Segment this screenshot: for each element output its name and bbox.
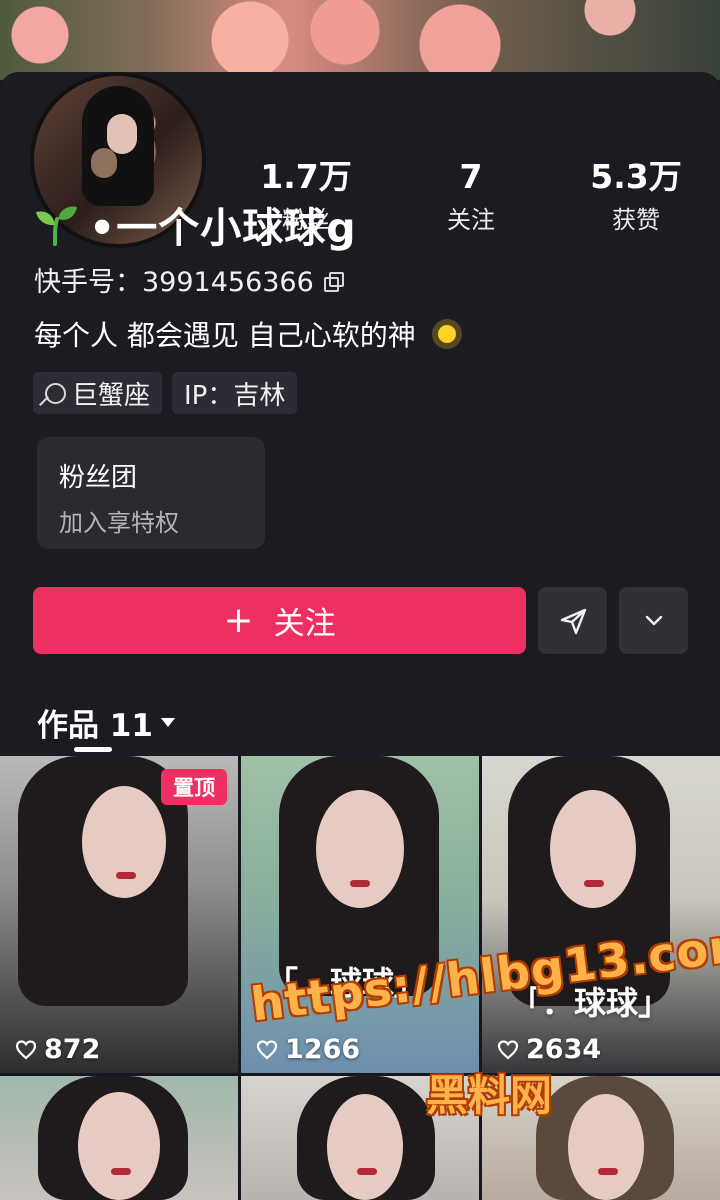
video-thumbnail-5[interactable]: [241, 1076, 479, 1200]
zodiac-tag: 巨蟹座: [33, 372, 163, 414]
heart-icon: [15, 1039, 37, 1059]
video-thumbnail-3[interactable]: 「．球球」 2634: [482, 756, 720, 1073]
person-face: [316, 790, 404, 908]
more-options-button[interactable]: [619, 587, 688, 654]
person-face: [550, 790, 636, 908]
works-tab-underline: [74, 747, 112, 752]
copy-icon[interactable]: [323, 271, 344, 292]
works-tab[interactable]: 作品 11: [37, 700, 175, 745]
ip-location-label: IP：吉林: [184, 380, 286, 411]
likes-label: 获赞: [612, 205, 660, 234]
caret-down-icon: [160, 718, 175, 727]
avatar-toy: [91, 148, 117, 178]
person-lips: [111, 1168, 131, 1175]
person-face: [82, 786, 166, 898]
following-label: 关注: [447, 205, 495, 234]
video-thumbnail-4[interactable]: [0, 1076, 238, 1200]
likes-stat[interactable]: 5.3万 获赞: [566, 158, 706, 235]
person-lips: [584, 880, 604, 887]
following-stat[interactable]: 7 关注: [401, 158, 541, 235]
video-thumbnail-1[interactable]: 置顶 872: [0, 756, 238, 1073]
following-count: 7: [459, 157, 483, 196]
ip-location-tag: IP：吉林: [172, 372, 298, 414]
heart-icon: [256, 1039, 278, 1059]
video-overlay-text-2: 「．球球」: [266, 964, 427, 1002]
person-lips: [116, 872, 136, 879]
person-face: [327, 1094, 403, 1200]
fan-club-card[interactable]: 粉丝团 加入享特权: [37, 437, 265, 549]
follow-label: 关注: [273, 606, 336, 642]
profile-name: •一个小球球g: [89, 204, 357, 252]
follow-button[interactable]: + 关注: [33, 587, 526, 654]
video-thumbnail-2[interactable]: 「．球球」 1266: [241, 756, 479, 1073]
sprout-icon: [36, 206, 77, 246]
person-face: [78, 1092, 160, 1200]
kuaishou-id-row: 快手号：3991456366: [34, 260, 344, 299]
pinned-badge: 置顶: [161, 769, 227, 805]
video-likes-3: 2634: [496, 1034, 601, 1065]
person-lips: [598, 1168, 618, 1175]
video-thumbnail-6[interactable]: [482, 1076, 720, 1200]
works-tab-label: 作品 11: [37, 708, 153, 744]
profile-name-row: •一个小球球g: [33, 198, 357, 252]
likes-count: 5.3万: [590, 157, 682, 196]
heart-icon: [497, 1039, 519, 1059]
person-face: [568, 1094, 644, 1200]
female-icon: [45, 382, 66, 404]
video-likes-count-1: 872: [44, 1034, 101, 1065]
profile-bio: 每个人 都会遇见 自己心软的神: [34, 319, 416, 352]
video-likes-1: 872: [14, 1034, 100, 1065]
message-button[interactable]: [538, 587, 607, 654]
video-likes-count-2: 1266: [285, 1034, 361, 1065]
video-likes-count-3: 2634: [526, 1034, 602, 1065]
sun-icon: [428, 315, 466, 353]
video-overlay-text-3: 「．球球」: [510, 984, 671, 1022]
profile-banner-image: [0, 0, 720, 80]
kuaishou-id: 快手号：3991456366: [34, 267, 314, 298]
person-lips: [350, 880, 370, 887]
zodiac-label: 巨蟹座: [72, 380, 151, 411]
plus-icon: +: [223, 599, 254, 641]
send-icon: [560, 608, 586, 634]
avatar-face: [107, 114, 137, 154]
fan-club-title: 粉丝团: [59, 463, 138, 493]
video-likes-2: 1266: [255, 1034, 360, 1065]
profile-tags: 巨蟹座 IP：吉林: [33, 372, 298, 414]
video-grid: 置顶 872 「．球球」 1266 「．球球」 2634: [0, 756, 720, 1200]
person-lips: [357, 1168, 377, 1175]
fan-club-subtitle: 加入享特权: [59, 509, 179, 537]
profile-bio-row: 每个人 都会遇见 自己心软的神: [34, 314, 466, 354]
chevron-down-icon: [645, 615, 662, 625]
followers-count: 1.7万: [260, 157, 352, 196]
